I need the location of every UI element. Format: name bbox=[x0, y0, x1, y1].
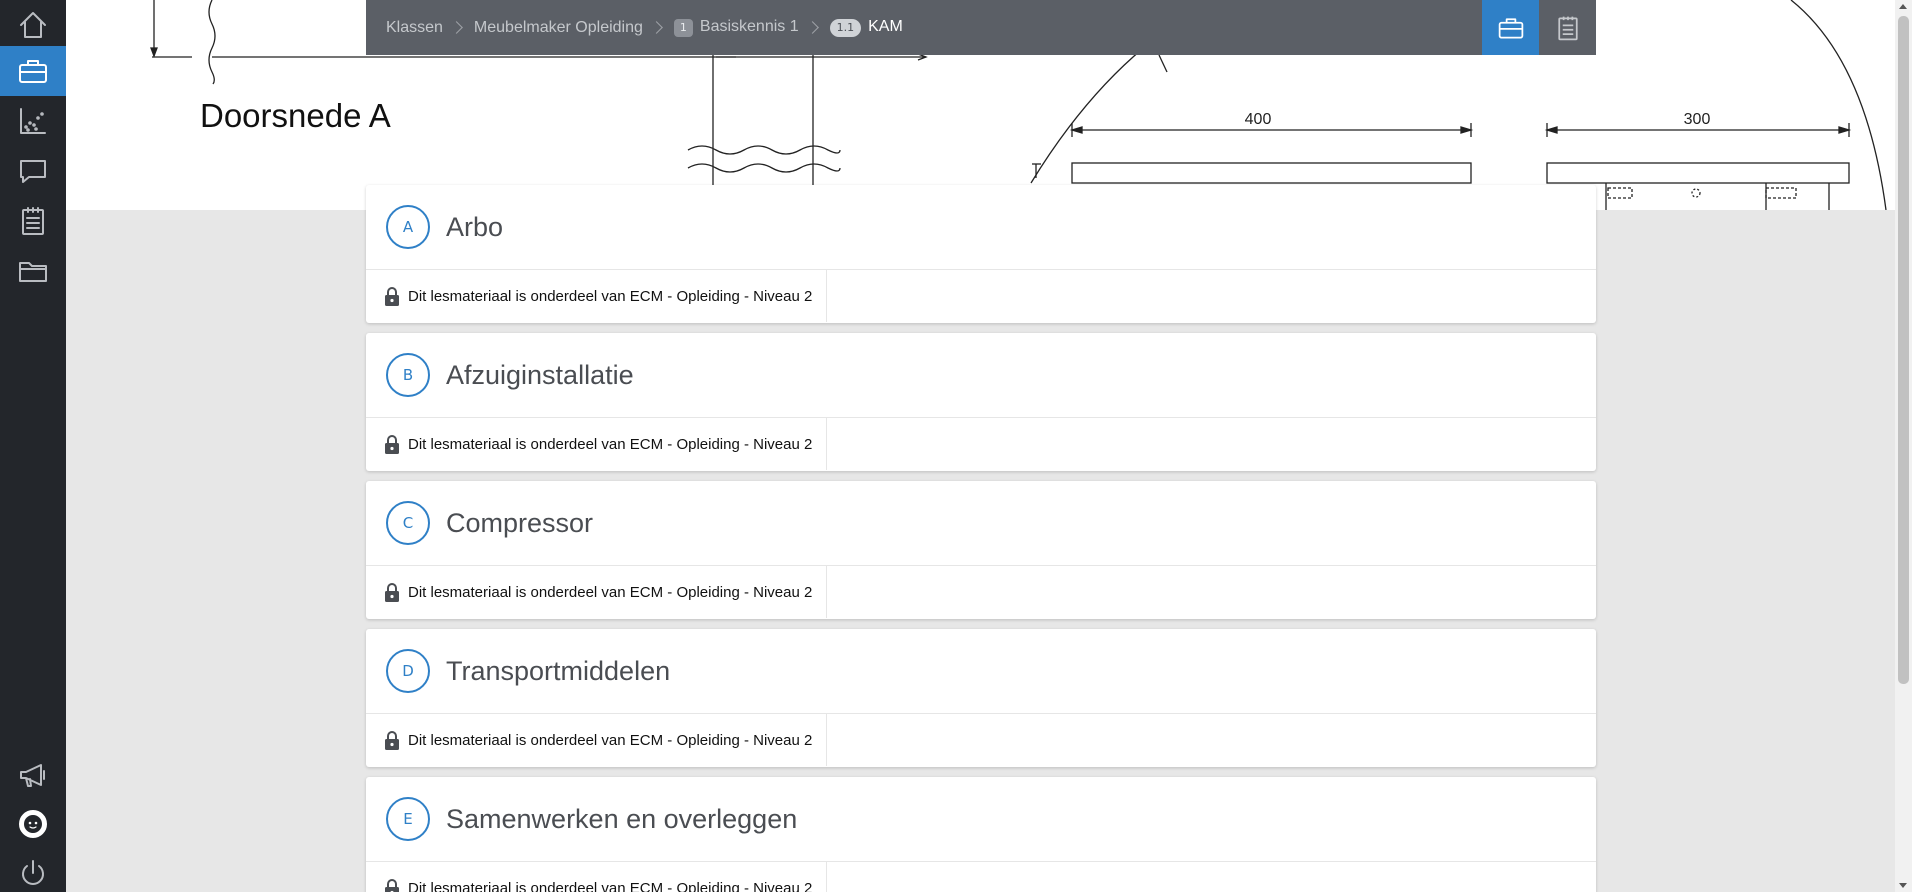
breadcrumb: Klassen Meubelmaker Opleiding 1 Basiskenn… bbox=[366, 0, 1482, 55]
breadcrumb-item-classes[interactable]: Klassen bbox=[386, 19, 443, 37]
sidebar-item-courses[interactable] bbox=[0, 46, 66, 96]
lesson-letter-badge: A bbox=[386, 205, 430, 249]
power-icon bbox=[22, 860, 44, 885]
sidebar-item-profile[interactable] bbox=[0, 799, 66, 849]
lesson-title[interactable]: Samenwerken en overleggen bbox=[446, 804, 797, 835]
home-icon bbox=[20, 12, 46, 38]
locked-notice: Dit lesmateriaal is onderdeel van ECM - … bbox=[366, 714, 828, 766]
folder-icon bbox=[19, 262, 47, 282]
breadcrumb-label: KAM bbox=[868, 18, 903, 35]
locked-notice-text: Dit lesmateriaal is onderdeel van ECM - … bbox=[408, 435, 813, 453]
section-label: Doorsnede A bbox=[200, 97, 391, 134]
megaphone-icon bbox=[20, 764, 45, 787]
dimension-label: 400 bbox=[1245, 111, 1272, 128]
lock-icon bbox=[385, 583, 399, 602]
locked-notice-text: Dit lesmateriaal is onderdeel van ECM - … bbox=[408, 583, 813, 601]
breadcrumb-label: Basiskennis 1 bbox=[699, 18, 799, 35]
lock-icon bbox=[385, 287, 399, 306]
lesson-title[interactable]: Compressor bbox=[446, 508, 593, 539]
lesson-header[interactable]: A Arbo bbox=[366, 185, 1596, 270]
lesson-list: A Arbo Dit lesmateriaal is onderdeel van… bbox=[366, 185, 1596, 892]
chart-icon bbox=[20, 108, 46, 134]
lock-icon bbox=[385, 879, 399, 892]
chapter-number-badge: 1.1 bbox=[829, 19, 862, 37]
briefcase-icon bbox=[19, 60, 47, 83]
lesson-footer: Dit lesmateriaal is onderdeel van ECM - … bbox=[366, 270, 1596, 322]
lesson-header[interactable]: C Compressor bbox=[366, 481, 1596, 566]
lesson-card[interactable]: E Samenwerken en overleggen Dit lesmater… bbox=[366, 777, 1596, 892]
lesson-letter-badge: C bbox=[386, 501, 430, 545]
locked-notice-text: Dit lesmateriaal is onderdeel van ECM - … bbox=[408, 287, 813, 305]
breadcrumb-bar: Klassen Meubelmaker Opleiding 1 Basiskenn… bbox=[366, 0, 1596, 55]
dimension-label: 300 bbox=[1684, 111, 1711, 128]
locked-notice: Dit lesmateriaal is onderdeel van ECM - … bbox=[366, 862, 828, 892]
lesson-footer: Dit lesmateriaal is onderdeel van ECM - … bbox=[366, 418, 1596, 470]
scroll-thumb[interactable] bbox=[1898, 16, 1909, 684]
lock-icon bbox=[385, 731, 399, 750]
lesson-card[interactable]: D Transportmiddelen Dit lesmateriaal is … bbox=[366, 629, 1596, 767]
sidebar-item-results[interactable] bbox=[0, 96, 66, 146]
lesson-footer: Dit lesmateriaal is onderdeel van ECM - … bbox=[366, 862, 1596, 892]
sidebar-item-assignments[interactable] bbox=[0, 196, 66, 246]
breadcrumb-item-course[interactable]: Meubelmaker Opleiding bbox=[474, 19, 643, 37]
briefcase-icon bbox=[1498, 17, 1523, 38]
lesson-footer: Dit lesmateriaal is onderdeel van ECM - … bbox=[366, 566, 1596, 618]
lesson-title[interactable]: Transportmiddelen bbox=[446, 656, 670, 687]
locked-notice: Dit lesmateriaal is onderdeel van ECM - … bbox=[366, 418, 828, 470]
locked-notice-text: Dit lesmateriaal is onderdeel van ECM - … bbox=[408, 731, 813, 749]
scroll-up-icon[interactable] bbox=[1899, 4, 1907, 9]
lesson-header[interactable]: D Transportmiddelen bbox=[366, 629, 1596, 714]
lesson-letter-badge: E bbox=[386, 797, 430, 841]
lesson-footer: Dit lesmateriaal is onderdeel van ECM - … bbox=[366, 714, 1596, 766]
scroll-down-icon[interactable] bbox=[1899, 883, 1907, 888]
sidebar-item-announcements[interactable] bbox=[0, 750, 66, 800]
sidebar-item-home[interactable] bbox=[0, 0, 66, 50]
clipboard-icon bbox=[1557, 16, 1578, 40]
lesson-card[interactable]: A Arbo Dit lesmateriaal is onderdeel van… bbox=[366, 185, 1596, 323]
lesson-title[interactable]: Afzuiginstallatie bbox=[446, 360, 634, 391]
page-scrollbar[interactable] bbox=[1895, 0, 1912, 892]
course-material-button[interactable] bbox=[1482, 0, 1539, 55]
lesson-letter-badge: D bbox=[386, 649, 430, 693]
chevron-right-icon bbox=[805, 21, 819, 34]
sidebar-item-logout[interactable] bbox=[0, 848, 66, 892]
chevron-right-icon bbox=[450, 21, 463, 34]
sidebar bbox=[0, 0, 66, 892]
lesson-header[interactable]: E Samenwerken en overleggen bbox=[366, 777, 1596, 862]
module-number-badge: 1 bbox=[673, 19, 693, 37]
lesson-card[interactable]: C Compressor Dit lesmateriaal is onderde… bbox=[366, 481, 1596, 619]
sidebar-item-messages[interactable] bbox=[0, 146, 66, 196]
clipboard-icon bbox=[22, 207, 44, 235]
lesson-header[interactable]: B Afzuiginstallatie bbox=[366, 333, 1596, 418]
sidebar-item-files[interactable] bbox=[0, 246, 66, 296]
lesson-letter-badge: B bbox=[386, 353, 430, 397]
chevron-right-icon bbox=[650, 21, 663, 34]
breadcrumb-item-module[interactable]: 1 Basiskennis 1 bbox=[673, 18, 799, 37]
locked-notice: Dit lesmateriaal is onderdeel van ECM - … bbox=[366, 566, 828, 618]
lock-icon bbox=[385, 435, 399, 454]
avatar-icon bbox=[19, 810, 47, 838]
assignments-button[interactable] bbox=[1539, 0, 1596, 55]
lesson-title[interactable]: Arbo bbox=[446, 212, 503, 243]
lesson-card[interactable]: B Afzuiginstallatie Dit lesmateriaal is … bbox=[366, 333, 1596, 471]
locked-notice: Dit lesmateriaal is onderdeel van ECM - … bbox=[366, 270, 828, 322]
breadcrumb-item-current[interactable]: 1.1 KAM bbox=[829, 18, 903, 37]
chat-icon bbox=[20, 160, 46, 183]
locked-notice-text: Dit lesmateriaal is onderdeel van ECM - … bbox=[408, 879, 813, 892]
